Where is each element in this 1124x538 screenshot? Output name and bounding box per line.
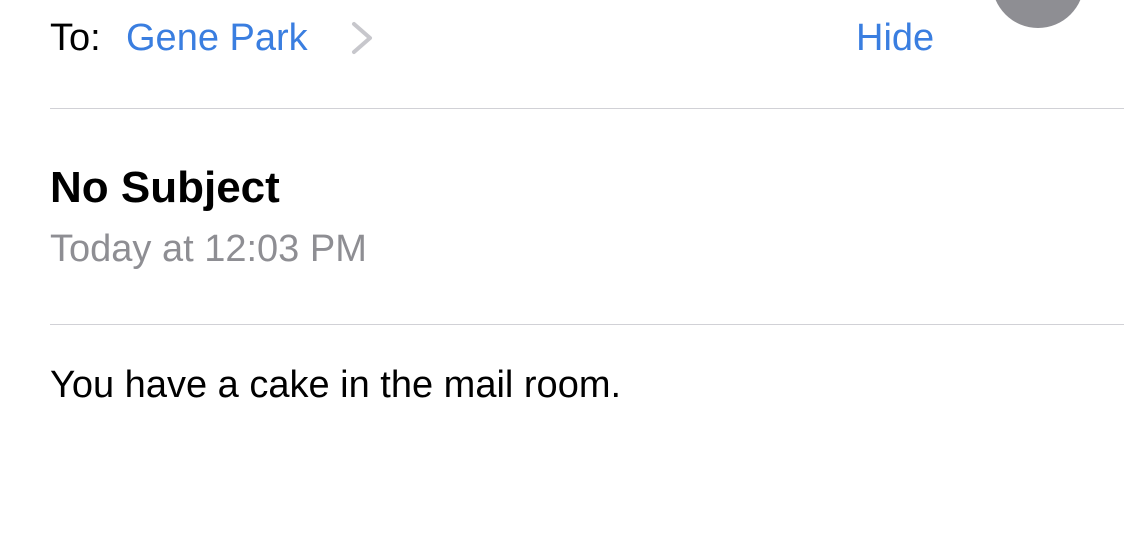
message-timestamp: Today at 12:03 PM [50,228,367,270]
divider [50,108,1124,109]
mail-message-view: To: Gene Park Hide No Subject Today at 1… [0,0,1124,538]
message-subject: No Subject [50,163,280,212]
hide-button[interactable]: Hide [856,16,934,60]
recipient-row: To: Gene Park Hide [50,10,1050,62]
chevron-right-icon[interactable] [348,20,378,56]
to-label: To: [50,17,101,59]
divider [50,324,1124,325]
message-body: You have a cake in the mail room. [50,364,622,406]
recipient-link[interactable]: Gene Park [126,16,308,60]
